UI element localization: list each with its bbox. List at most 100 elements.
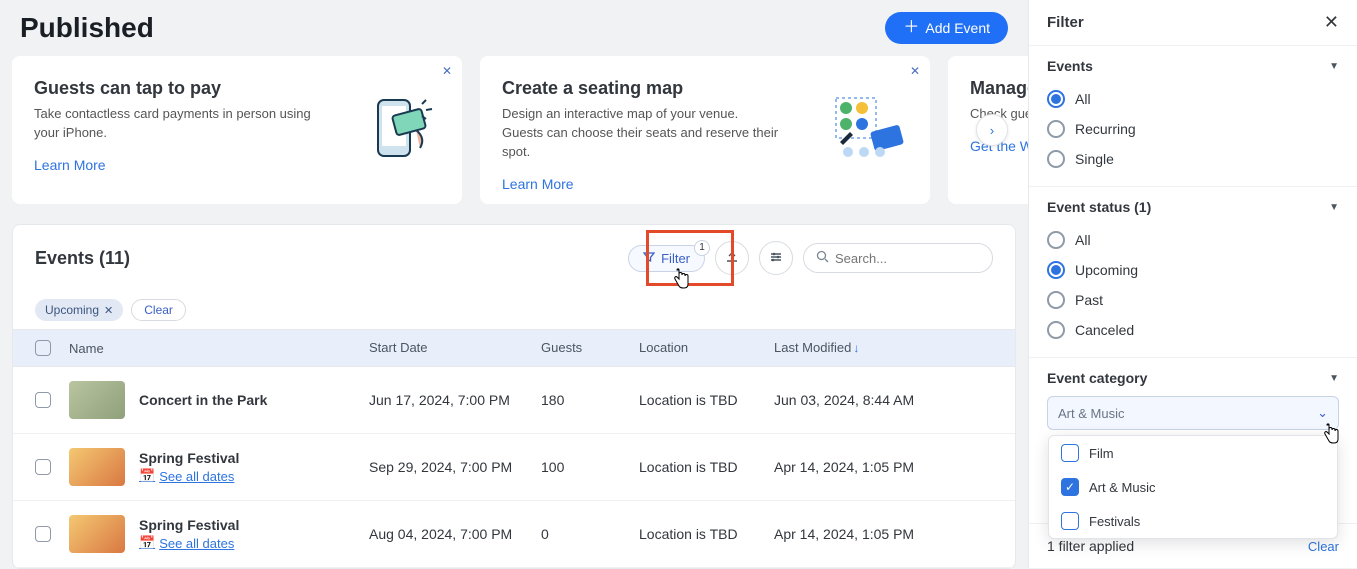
seating-map-icon	[828, 90, 908, 170]
radio-status-all[interactable]: All	[1047, 225, 1339, 255]
close-panel-button[interactable]: ✕	[1324, 12, 1339, 33]
carousel-next-button[interactable]: ›	[976, 114, 1008, 146]
filter-section-category: Event category ▼ Art & Music ⌄ Film ✓Art…	[1029, 357, 1357, 442]
event-name: Spring Festival	[139, 517, 239, 533]
clear-filters-link[interactable]: Clear	[1308, 539, 1339, 554]
remove-tag-icon[interactable]: ✕	[104, 304, 113, 317]
promo-card-seating-map: ✕ Create a seating map Design an interac…	[480, 56, 930, 204]
select-all-cell	[35, 340, 69, 356]
checkbox-icon: ✓	[1061, 478, 1079, 496]
select-all-checkbox[interactable]	[35, 340, 51, 356]
radio-icon	[1047, 90, 1065, 108]
events-panel: Events (11) Filter 1 Upcoming ✕	[12, 224, 1016, 569]
radio-events-single[interactable]: Single	[1047, 144, 1339, 174]
radio-status-canceled[interactable]: Canceled	[1047, 315, 1339, 345]
last-modified: Apr 14, 2024, 1:05 PM	[774, 459, 993, 475]
filter-tag-upcoming[interactable]: Upcoming ✕	[35, 299, 123, 321]
radio-icon	[1047, 291, 1065, 309]
section-header-status[interactable]: Event status (1) ▼	[1047, 199, 1339, 215]
events-heading: Events (11)	[35, 248, 130, 269]
chevron-down-icon: ⌄	[1317, 405, 1328, 421]
col-name[interactable]: Name	[69, 340, 369, 356]
guests-count: 180	[541, 392, 639, 408]
add-event-button[interactable]: ＋ Add Event	[885, 12, 1008, 44]
event-name: Concert in the Park	[139, 392, 267, 408]
radio-events-recurring[interactable]: Recurring	[1047, 114, 1339, 144]
search-input[interactable]	[835, 251, 980, 266]
card-title: Guests can tap to pay	[34, 78, 314, 99]
row-checkbox[interactable]	[35, 459, 51, 475]
category-option-film[interactable]: Film	[1049, 436, 1337, 470]
tap-to-pay-icon	[360, 90, 440, 170]
table-row[interactable]: Spring Festival 📅See all dates Aug 04, 2…	[13, 501, 1015, 568]
filter-label: Filter	[661, 251, 690, 266]
clear-filters-button[interactable]: Clear	[131, 299, 186, 321]
row-checkbox[interactable]	[35, 526, 51, 542]
upload-icon	[725, 250, 739, 267]
promo-cards-row: ✕ Guests can tap to pay Take contactless…	[0, 56, 1028, 204]
events-actions: Filter 1	[628, 241, 993, 275]
export-button[interactable]	[715, 241, 749, 275]
event-thumbnail	[69, 381, 125, 419]
learn-more-link[interactable]: Learn More	[34, 157, 106, 173]
section-header-category[interactable]: Event category ▼	[1047, 370, 1339, 386]
sort-arrow-icon: ↓	[853, 341, 859, 355]
customize-columns-button[interactable]	[759, 241, 793, 275]
search-box[interactable]	[803, 243, 993, 273]
tag-label: Upcoming	[45, 303, 99, 317]
category-placeholder: Art & Music	[1058, 406, 1124, 421]
sliders-icon	[769, 250, 783, 267]
radio-status-upcoming[interactable]: Upcoming	[1047, 255, 1339, 285]
col-location[interactable]: Location	[639, 340, 774, 356]
see-all-dates-link[interactable]: 📅See all dates	[139, 468, 239, 484]
filter-button[interactable]: Filter 1	[628, 245, 705, 272]
page-title: Published	[20, 12, 154, 44]
location: Location is TBD	[639, 459, 774, 475]
close-icon[interactable]: ✕	[442, 64, 452, 78]
category-select[interactable]: Art & Music ⌄ Film ✓Art & Music Festival…	[1047, 396, 1339, 430]
card-desc: Take contactless card payments in person…	[34, 105, 314, 143]
row-checkbox[interactable]	[35, 392, 51, 408]
start-date: Sep 29, 2024, 7:00 PM	[369, 459, 541, 475]
main-area: Published ＋ Add Event ✕ Guests can tap t…	[0, 0, 1028, 568]
category-option-festivals[interactable]: Festivals	[1049, 504, 1337, 538]
chevron-down-icon: ▼	[1329, 61, 1339, 72]
filter-panel-title: Filter	[1047, 14, 1084, 31]
radio-icon	[1047, 231, 1065, 249]
filter-section-events: Events ▼ All Recurring Single	[1029, 45, 1357, 186]
radio-status-past[interactable]: Past	[1047, 285, 1339, 315]
start-date: Jun 17, 2024, 7:00 PM	[369, 392, 541, 408]
section-header-events[interactable]: Events ▼	[1047, 58, 1339, 74]
start-date: Aug 04, 2024, 7:00 PM	[369, 526, 541, 542]
chevron-down-icon: ▼	[1329, 202, 1339, 213]
learn-more-link[interactable]: Learn More	[502, 176, 574, 192]
radio-events-all[interactable]: All	[1047, 84, 1339, 114]
filter-icon	[643, 251, 655, 266]
see-all-dates-link[interactable]: 📅See all dates	[139, 535, 239, 551]
location: Location is TBD	[639, 526, 774, 542]
col-start-date[interactable]: Start Date	[369, 340, 541, 356]
filter-panel: Filter ✕ Events ▼ All Recurring Single E…	[1028, 0, 1357, 568]
col-guests[interactable]: Guests	[541, 340, 639, 356]
add-event-label: Add Event	[925, 20, 990, 36]
table-row[interactable]: Spring Festival 📅See all dates Sep 29, 2…	[13, 434, 1015, 501]
last-modified: Apr 14, 2024, 1:05 PM	[774, 526, 993, 542]
card-title: Create a seating map	[502, 78, 782, 99]
table-header: Name Start Date Guests Location Last Mod…	[13, 329, 1015, 367]
chevron-right-icon: ›	[990, 123, 994, 138]
checkbox-icon	[1061, 444, 1079, 462]
events-header: Events (11) Filter 1	[13, 225, 1015, 291]
applied-filters-row: Upcoming ✕ Clear	[13, 291, 1015, 329]
filter-count-badge: 1	[694, 240, 710, 256]
category-option-art-music[interactable]: ✓Art & Music	[1049, 470, 1337, 504]
filter-panel-header: Filter ✕	[1029, 0, 1357, 45]
plus-icon: ＋	[903, 20, 919, 36]
filters-applied-label: 1 filter applied	[1047, 538, 1134, 554]
radio-icon	[1047, 120, 1065, 138]
col-last-modified[interactable]: Last Modified↓	[774, 340, 993, 356]
calendar-icon: 📅	[139, 468, 155, 484]
table-row[interactable]: Concert in the Park Jun 17, 2024, 7:00 P…	[13, 367, 1015, 434]
guests-count: 0	[541, 526, 639, 542]
page-header: Published ＋ Add Event	[0, 0, 1028, 56]
close-icon[interactable]: ✕	[910, 64, 920, 78]
